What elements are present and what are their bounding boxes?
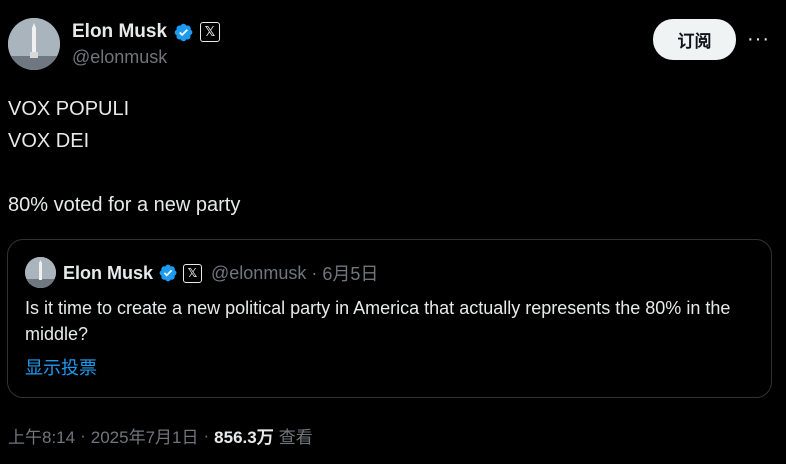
- quote-avatar[interactable]: [25, 257, 56, 288]
- meta-separator: ·: [80, 425, 86, 445]
- post-date[interactable]: 2025年7月1日: [91, 423, 199, 448]
- rocket-avatar-icon: [8, 18, 60, 70]
- meta-separator: ·: [203, 425, 210, 445]
- post-text-line: 80% voted for a new party: [8, 194, 241, 216]
- x-logo-icon: 𝕏: [200, 22, 221, 42]
- post-meta: 上午8:14 · 2025年7月1日 · 856.3万 查看: [8, 423, 313, 448]
- quote-separator: ·: [311, 262, 318, 283]
- post-text-line: VOX POPULI: [8, 98, 130, 120]
- quote-author-handle[interactable]: @elonmusk: [211, 263, 306, 284]
- x-logo-icon: 𝕏: [183, 263, 203, 283]
- author-name[interactable]: Elon Musk: [72, 21, 167, 43]
- author-handle[interactable]: @elonmusk: [72, 47, 167, 68]
- show-poll-link[interactable]: 显示投票: [25, 354, 97, 380]
- quoted-post-card[interactable]: Elon Musk 𝕏 @elonmusk · 6月5日 Is it time …: [7, 239, 772, 398]
- post-time[interactable]: 上午8:14: [8, 423, 75, 448]
- quote-text: Is it time to create a new political par…: [25, 298, 731, 344]
- post-text-line: VOX DEI: [8, 130, 90, 152]
- more-options-icon[interactable]: ···: [747, 29, 770, 49]
- avatar[interactable]: [8, 18, 60, 70]
- verified-badge-icon: [173, 22, 194, 43]
- views-label: 查看: [278, 428, 313, 447]
- quote-date[interactable]: 6月5日: [322, 260, 378, 286]
- rocket-avatar-icon: [25, 257, 56, 288]
- verified-badge-icon: [158, 263, 178, 283]
- subscribe-button[interactable]: 订阅: [653, 19, 736, 60]
- quote-author-name[interactable]: Elon Musk: [63, 263, 153, 284]
- views-count: 856.3万: [214, 428, 274, 447]
- post-text: VOX POPULI VOX DEI 80% voted for a new p…: [8, 93, 768, 221]
